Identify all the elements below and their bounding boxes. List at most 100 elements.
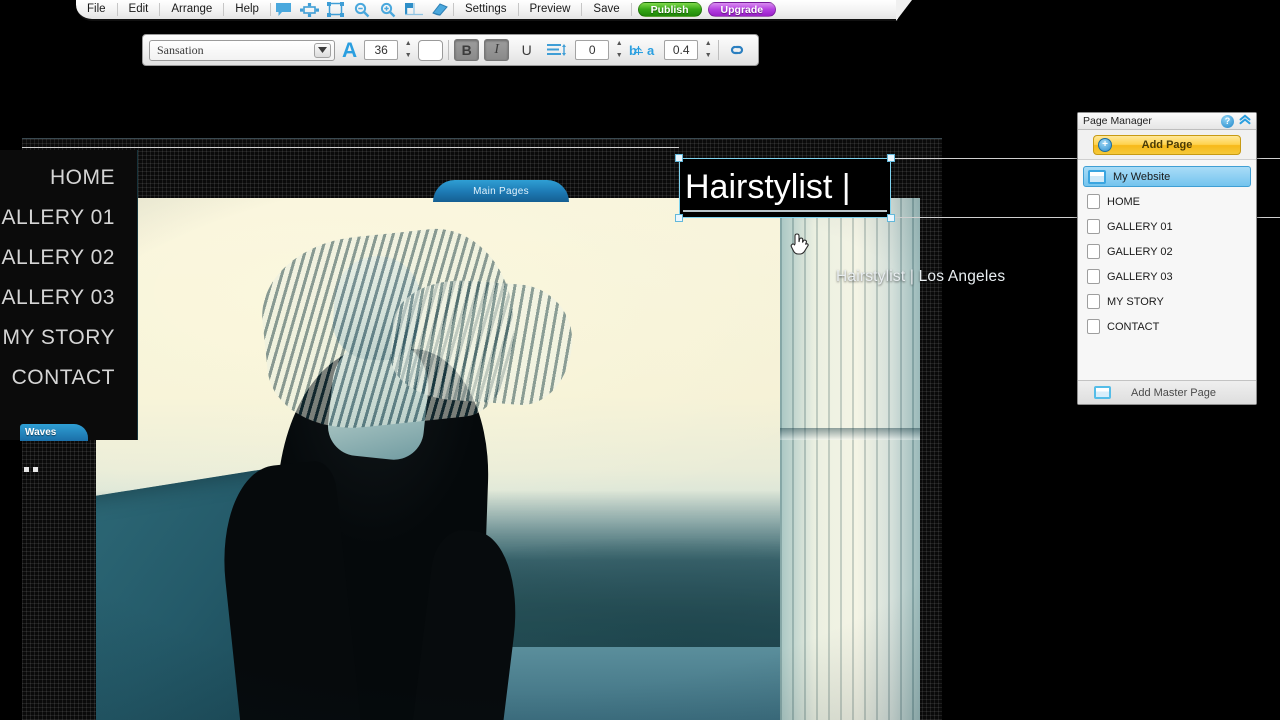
page-icon (1087, 294, 1100, 309)
guides-icon[interactable] (401, 0, 427, 19)
line-spacing-icon[interactable] (544, 41, 570, 60)
stepper-up-icon[interactable]: ▲ (616, 40, 623, 48)
page-label: My Website (1113, 170, 1171, 183)
site-tagline[interactable]: Hairstylist | Los Angeles (836, 268, 1005, 286)
website-builder-app: HOME GALLERY 01 GALLERY 02 GALLERY 03 MY… (0, 0, 1280, 720)
selected-text-element[interactable]: Hairstylist | (679, 158, 891, 218)
zoom-out-icon[interactable] (349, 0, 375, 19)
page-icon (1087, 319, 1100, 334)
site-nav-item-my-story[interactable]: MY STORY (0, 318, 137, 358)
align-distribute-icon[interactable] (297, 0, 323, 19)
font-family-value: Sansation (157, 42, 204, 57)
page-list[interactable]: My Website HOME GALLERY 01 GALLERY 02 GA… (1078, 160, 1256, 380)
text-color-swatch[interactable] (418, 39, 444, 61)
add-page-label: Add Page (1141, 138, 1193, 151)
page-label: GALLERY 01 (1107, 220, 1173, 233)
main-pages-tab[interactable]: Main Pages (433, 180, 569, 202)
page-list-item-gallery-03[interactable]: GALLERY 03 (1083, 266, 1251, 287)
resize-handle-top-left[interactable] (675, 154, 683, 162)
text-baseline-indicator (683, 210, 887, 212)
plus-icon: + (1098, 137, 1112, 152)
link-icon[interactable] (724, 41, 750, 60)
page-icon (1087, 219, 1100, 234)
help-icon[interactable]: ? (1221, 114, 1234, 128)
site-left-nav[interactable]: HOME GALLERY 01 GALLERY 02 GALLERY 03 MY… (0, 150, 138, 440)
font-color-a-icon[interactable]: A (340, 40, 359, 61)
eraser-icon[interactable] (427, 0, 453, 19)
format-divider-2 (718, 40, 720, 60)
page-list-item-gallery-01[interactable]: GALLERY 01 (1083, 216, 1251, 237)
stepper-down-icon[interactable]: ▼ (705, 52, 712, 60)
font-size-stepper[interactable]: ▲ ▼ (403, 40, 413, 60)
page-label: CONTACT (1107, 320, 1160, 333)
bold-button[interactable]: B (454, 39, 480, 61)
canvas-mini-handle-b[interactable] (33, 467, 38, 472)
menu-help[interactable]: Help (224, 0, 270, 19)
font-size-input[interactable]: 36 (364, 40, 399, 60)
site-nav-item-gallery-02[interactable]: GALLERY 02 (0, 238, 137, 278)
letter-spacing-stepper[interactable]: ▲ ▼ (703, 40, 713, 60)
page-icon (1087, 269, 1100, 284)
site-nav-item-gallery-03[interactable]: GALLERY 03 (0, 278, 137, 318)
page-list-item-my-story[interactable]: MY STORY (1083, 291, 1251, 312)
menu-save[interactable]: Save (582, 0, 630, 19)
master-page-icon (1094, 386, 1111, 399)
menu-arrange[interactable]: Arrange (160, 0, 223, 19)
page-list-item-my-website[interactable]: My Website (1083, 166, 1251, 187)
page-list-item-contact[interactable]: CONTACT (1083, 316, 1251, 337)
website-icon (1088, 169, 1106, 184)
page-manager-header: Page Manager ? (1078, 113, 1256, 130)
menu-preview[interactable]: Preview (519, 0, 582, 19)
photo-vignette (96, 198, 920, 720)
page-list-item-gallery-02[interactable]: GALLERY 02 (1083, 241, 1251, 262)
letter-spacing-input[interactable]: 0.4 (664, 40, 699, 60)
guide-line-left (22, 147, 679, 148)
underline-button[interactable]: U (514, 39, 539, 61)
waves-layer-tab[interactable]: Waves (20, 424, 88, 441)
page-icon (1087, 244, 1100, 259)
page-label: GALLERY 03 (1107, 270, 1173, 283)
page-manager-title: Page Manager (1083, 115, 1152, 127)
page-manager-panel[interactable]: Page Manager ? + Add Page My Website HOM… (1077, 112, 1257, 405)
menu-edit[interactable]: Edit (118, 0, 160, 19)
text-format-toolbar[interactable]: Sansation A 36 ▲ ▼ B I U 0 ▲ ▼ b a 0.4 ▲… (142, 34, 759, 66)
chevron-up-icon[interactable] (1239, 114, 1251, 128)
menu-settings[interactable]: Settings (454, 0, 518, 19)
upgrade-button[interactable]: Upgrade (707, 2, 777, 17)
line-spacing-input[interactable]: 0 (575, 40, 610, 60)
line-spacing-stepper[interactable]: ▲ ▼ (614, 40, 624, 60)
add-page-button[interactable]: + Add Page (1093, 134, 1241, 155)
page-list-item-home[interactable]: HOME (1083, 191, 1251, 212)
stepper-down-icon[interactable]: ▼ (616, 52, 623, 60)
letter-spacing-icon[interactable]: b a (629, 41, 659, 60)
page-label: HOME (1107, 195, 1140, 208)
hero-photo (96, 198, 920, 720)
svg-text:a: a (647, 43, 655, 58)
page-manager-add-row: + Add Page (1078, 130, 1256, 160)
site-nav-item-gallery-01[interactable]: GALLERY 01 (0, 198, 137, 238)
stepper-down-icon[interactable]: ▼ (405, 52, 412, 60)
stepper-up-icon[interactable]: ▲ (405, 40, 412, 48)
comment-icon[interactable] (271, 0, 297, 19)
publish-button[interactable]: Publish (637, 2, 702, 17)
transform-icon[interactable] (323, 0, 349, 19)
page-icon (1087, 194, 1100, 209)
site-nav-item-home[interactable]: HOME (0, 158, 137, 198)
canvas-mini-handle-a[interactable] (24, 467, 29, 472)
page-label: MY STORY (1107, 295, 1164, 308)
main-menubar[interactable]: File Edit Arrange Help Settings Preview … (76, 0, 912, 21)
text-editor-value[interactable]: Hairstylist | (680, 159, 890, 215)
resize-handle-bottom-right[interactable] (887, 214, 895, 222)
site-nav-item-contact[interactable]: CONTACT (0, 358, 137, 398)
chevron-down-icon[interactable] (314, 42, 331, 58)
zoom-in-icon[interactable] (375, 0, 401, 19)
stepper-up-icon[interactable]: ▲ (705, 40, 712, 48)
resize-handle-bottom-left[interactable] (675, 214, 683, 222)
font-family-select[interactable]: Sansation (149, 39, 335, 61)
italic-button[interactable]: I (484, 39, 510, 61)
add-master-page-button[interactable]: Add Master Page (1078, 380, 1256, 404)
format-divider-1 (448, 40, 450, 60)
menu-file[interactable]: File (76, 0, 117, 19)
resize-handle-top-right[interactable] (887, 154, 895, 162)
add-master-page-label: Add Master Page (1131, 386, 1216, 399)
